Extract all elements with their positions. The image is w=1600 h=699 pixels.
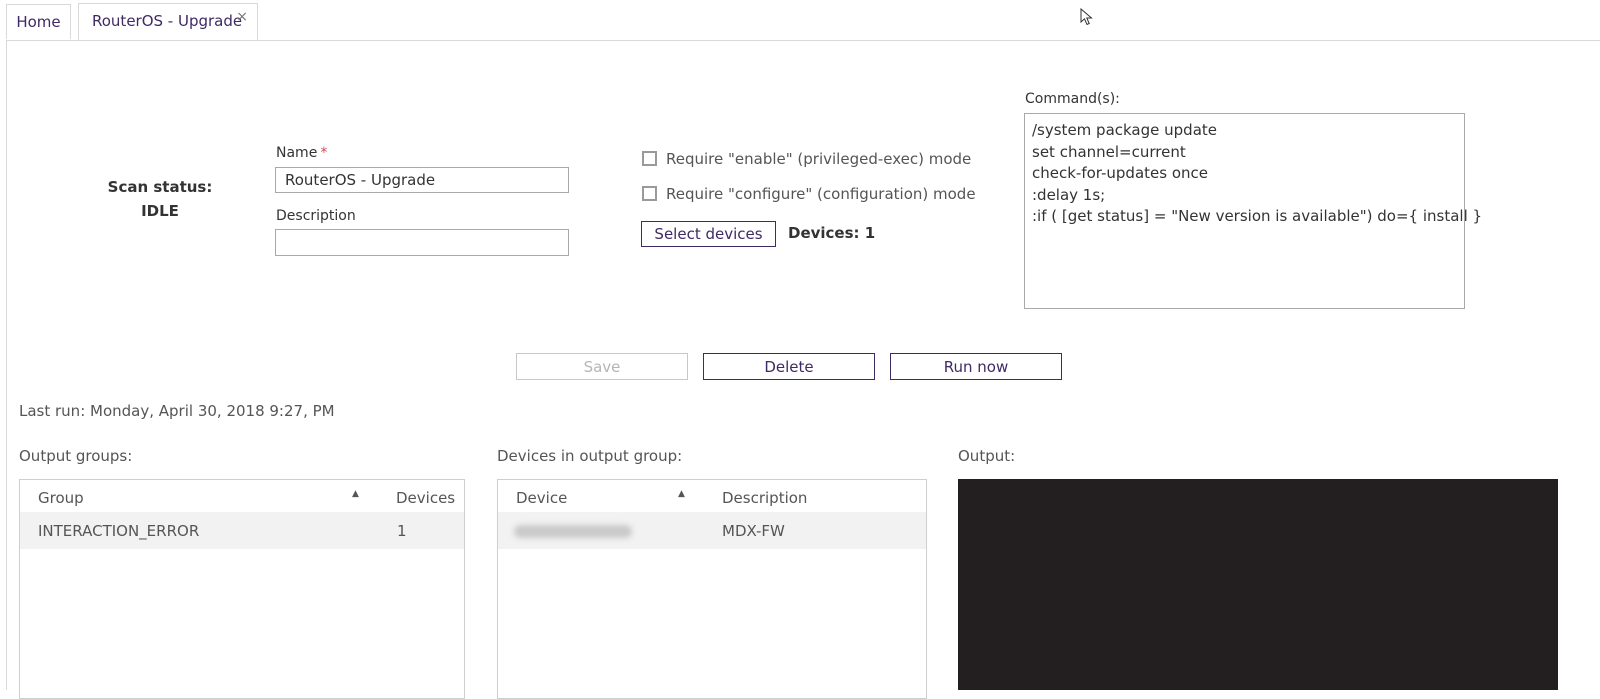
description-label: Description — [276, 208, 356, 224]
name-input[interactable] — [275, 167, 569, 193]
output-console[interactable] — [958, 479, 1558, 690]
table-header: Group ▲ Devices — [20, 480, 464, 512]
name-label-text: Name — [276, 145, 318, 161]
tab-routeros-upgrade[interactable]: RouterOS - Upgrade × — [78, 3, 258, 40]
command-line: :delay 1s; — [1032, 185, 1106, 204]
enable-mode-checkbox[interactable] — [642, 151, 657, 166]
sort-ascending-icon[interactable]: ▲ — [678, 489, 685, 499]
command-line: check-for-updates once — [1032, 164, 1209, 182]
table-row[interactable]: INTERACTION_ERROR 1 — [20, 512, 464, 549]
scan-status-value: IDLE — [141, 202, 179, 220]
save-button[interactable]: Save — [516, 353, 688, 380]
description-input[interactable] — [275, 229, 569, 256]
enable-mode-label: Require "enable" (privileged-exec) mode — [666, 150, 972, 168]
mouse-cursor-icon — [1080, 8, 1093, 26]
scan-status-label: Scan status: — [107, 178, 213, 196]
close-tab-icon[interactable]: × — [236, 0, 248, 34]
group-cell: INTERACTION_ERROR — [38, 522, 200, 540]
output-groups-label: Output groups: — [19, 447, 133, 465]
output-groups-table: Group ▲ Devices INTERACTION_ERROR 1 — [19, 479, 465, 699]
commands-textarea[interactable]: /system package update set channel=curre… — [1024, 113, 1483, 309]
select-devices-button[interactable]: Select devices — [641, 221, 776, 247]
devices-count: Devices: 1 — [788, 224, 876, 242]
sort-ascending-icon[interactable]: ▲ — [352, 489, 359, 499]
configure-mode-checkbox[interactable] — [642, 186, 657, 201]
column-header-devices[interactable]: Devices — [396, 489, 455, 507]
configure-mode-label: Require "configure" (configuration) mode — [666, 185, 976, 203]
devices-cell: 1 — [397, 522, 407, 540]
column-header-device[interactable]: Device — [516, 489, 567, 507]
table-header: Device ▲ Description — [498, 480, 926, 512]
tab-routeros-upgrade-label: RouterOS - Upgrade — [92, 12, 243, 30]
tab-home-label: Home — [16, 13, 61, 31]
column-header-group[interactable]: Group — [38, 489, 84, 507]
commands-label: Command(s): — [1025, 91, 1120, 107]
table-row[interactable]: MDX-FW — [498, 512, 926, 549]
command-line: /system package update — [1032, 121, 1217, 139]
command-line: :if ( [get status] = "New version is ava… — [1032, 207, 1483, 225]
output-label: Output: — [958, 447, 1016, 465]
column-header-description[interactable]: Description — [722, 489, 807, 507]
run-now-button[interactable]: Run now — [890, 353, 1062, 380]
devices-in-group-label: Devices in output group: — [497, 447, 683, 465]
last-run-text: Last run: Monday, April 30, 2018 9:27, P… — [19, 402, 335, 420]
devices-in-group-table: Device ▲ Description MDX-FW — [497, 479, 927, 699]
delete-button[interactable]: Delete — [703, 353, 875, 380]
command-line: set channel=current — [1032, 142, 1186, 161]
tab-bar: Home RouterOS - Upgrade × — [6, 0, 1600, 41]
panel-border — [6, 40, 7, 690]
tab-home[interactable]: Home — [6, 4, 71, 39]
description-cell: MDX-FW — [722, 522, 785, 540]
required-mark: * — [320, 145, 328, 161]
blurred-device-name — [514, 525, 632, 538]
name-label: Name * — [276, 145, 327, 161]
